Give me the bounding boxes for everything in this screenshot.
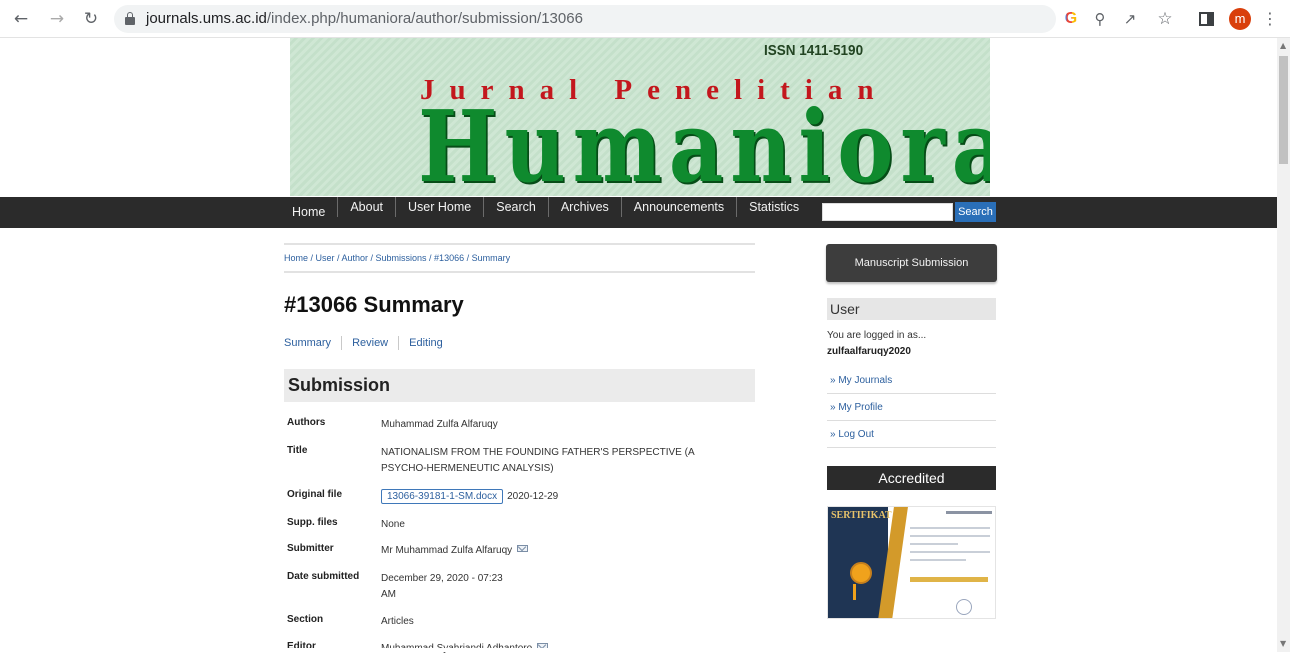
url-text[interactable]: journals.ums.ac.id/index.php/humaniora/a… [146, 10, 583, 27]
nav-search[interactable]: Search [484, 197, 548, 217]
seal-icon [956, 599, 972, 615]
certificate-gold-bar [910, 577, 988, 582]
user-links: » My Journals » My Profile » Log Out [827, 367, 996, 448]
email-icon[interactable] [517, 545, 529, 552]
browser-toolbar: ← → ↻ journals.ums.ac.id/index.php/human… [0, 0, 1290, 38]
url-path: /index.php/humaniora/author/submission/1… [266, 10, 583, 27]
issn-label: ISSN 1411-5190 [764, 42, 864, 59]
original-file-date: 2020-12-29 [507, 491, 559, 502]
date-submitted-value: December 29, 2020 - 07:23 AM [381, 573, 503, 600]
back-arrow-icon[interactable]: ← [10, 8, 32, 30]
nav-user-home[interactable]: User Home [396, 197, 483, 217]
url-host: journals.ums.ac.id [146, 10, 267, 27]
supp-files-value: None [381, 519, 405, 530]
search-input[interactable] [822, 203, 953, 221]
section-label: Section [287, 614, 324, 625]
share-icon[interactable]: ↗ [1119, 8, 1141, 30]
nav-statistics[interactable]: Statistics [737, 197, 811, 217]
log-out-link[interactable]: » Log Out [827, 421, 996, 448]
main-navbar: Home About User Home Search Archives Ann… [0, 197, 1277, 228]
forward-arrow-icon[interactable]: → [46, 8, 68, 30]
journal-banner: ISSN 1411-5190 Jurnal Penelitian Humanio… [290, 38, 990, 196]
section-heading: Submission [284, 369, 755, 402]
original-file-label: Original file [287, 489, 343, 500]
submitter-value: Mr Muhammad Zulfa Alfaruqy [381, 543, 741, 559]
manuscript-submission-button[interactable]: Manuscript Submission [826, 244, 997, 282]
lock-icon [125, 12, 135, 25]
authors-label: Authors [287, 417, 326, 428]
profile-avatar[interactable]: m [1229, 8, 1251, 30]
breadcrumb: Home / User / Author / Submissions / #13… [284, 243, 755, 273]
date-submitted-label: Date submitted [287, 571, 360, 582]
accredited-heading: Accredited [827, 466, 996, 490]
medal-icon [850, 562, 872, 584]
search-button[interactable]: Search [955, 202, 996, 222]
bottom-edge [0, 648, 1277, 652]
section-heading-text: Submission [288, 375, 391, 395]
page-title: #13066 Summary [284, 292, 464, 317]
scroll-up-arrow-icon[interactable]: ▲ [1280, 42, 1286, 50]
side-panel-icon[interactable] [1199, 12, 1214, 26]
submitter-name: Mr Muhammad Zulfa Alfaruqy [381, 545, 513, 556]
submitter-label: Submitter [287, 543, 334, 554]
google-icon[interactable]: G [1060, 8, 1082, 30]
nav-archives[interactable]: Archives [549, 197, 621, 217]
tab-summary[interactable]: Summary [284, 336, 341, 350]
address-bar[interactable]: journals.ums.ac.id/index.php/humaniora/a… [114, 5, 1056, 33]
breadcrumb-text[interactable]: Home / User / Author / Submissions / #13… [284, 253, 510, 263]
authors-value: Muhammad Zulfa Alfaruqy [381, 419, 498, 430]
tab-editing[interactable]: Editing [398, 336, 453, 350]
banner-title: Humaniora [418, 90, 990, 197]
bookmark-star-icon[interactable]: ☆ [1154, 8, 1176, 30]
supp-files-label: Supp. files [287, 517, 338, 528]
page-scrollbar[interactable]: ▲ ▼ [1277, 38, 1290, 652]
reload-icon[interactable]: ↻ [80, 8, 102, 30]
my-profile-link[interactable]: » My Profile [827, 394, 996, 421]
certificate-topbar [946, 511, 992, 514]
nav-about[interactable]: About [338, 197, 395, 217]
accreditation-certificate-image[interactable]: SERTIFIKAT [827, 506, 996, 619]
nav-home[interactable]: Home [280, 197, 337, 228]
original-file-value: 13066-39181-1-SM.docx 2020-12-29 [381, 489, 741, 505]
submission-tabs: Summary Review Editing [284, 336, 453, 350]
scroll-thumb[interactable] [1279, 56, 1288, 164]
original-file-link[interactable]: 13066-39181-1-SM.docx [381, 489, 504, 504]
certificate-heading: SERTIFIKAT [831, 510, 892, 521]
nav-announcements[interactable]: Announcements [622, 197, 736, 217]
ribbon-icon [853, 584, 869, 600]
user-block-heading: User [827, 298, 996, 320]
user-heading-text: User [830, 301, 860, 317]
title-value: NATIONALISM FROM THE FOUNDING FATHER'S P… [381, 447, 695, 474]
logged-in-text: You are logged in as... [827, 330, 927, 341]
menu-kebab-icon[interactable]: ⋮ [1259, 8, 1281, 30]
scroll-down-arrow-icon[interactable]: ▼ [1280, 640, 1286, 648]
zoom-icon[interactable]: ⚲ [1089, 8, 1111, 30]
tab-review[interactable]: Review [341, 336, 398, 350]
section-value: Articles [381, 616, 414, 627]
my-journals-link[interactable]: » My Journals [827, 367, 996, 394]
certificate-text-lines [910, 527, 990, 567]
title-label: Title [287, 445, 308, 456]
logged-in-username: zulfaalfaruqy2020 [827, 346, 911, 357]
